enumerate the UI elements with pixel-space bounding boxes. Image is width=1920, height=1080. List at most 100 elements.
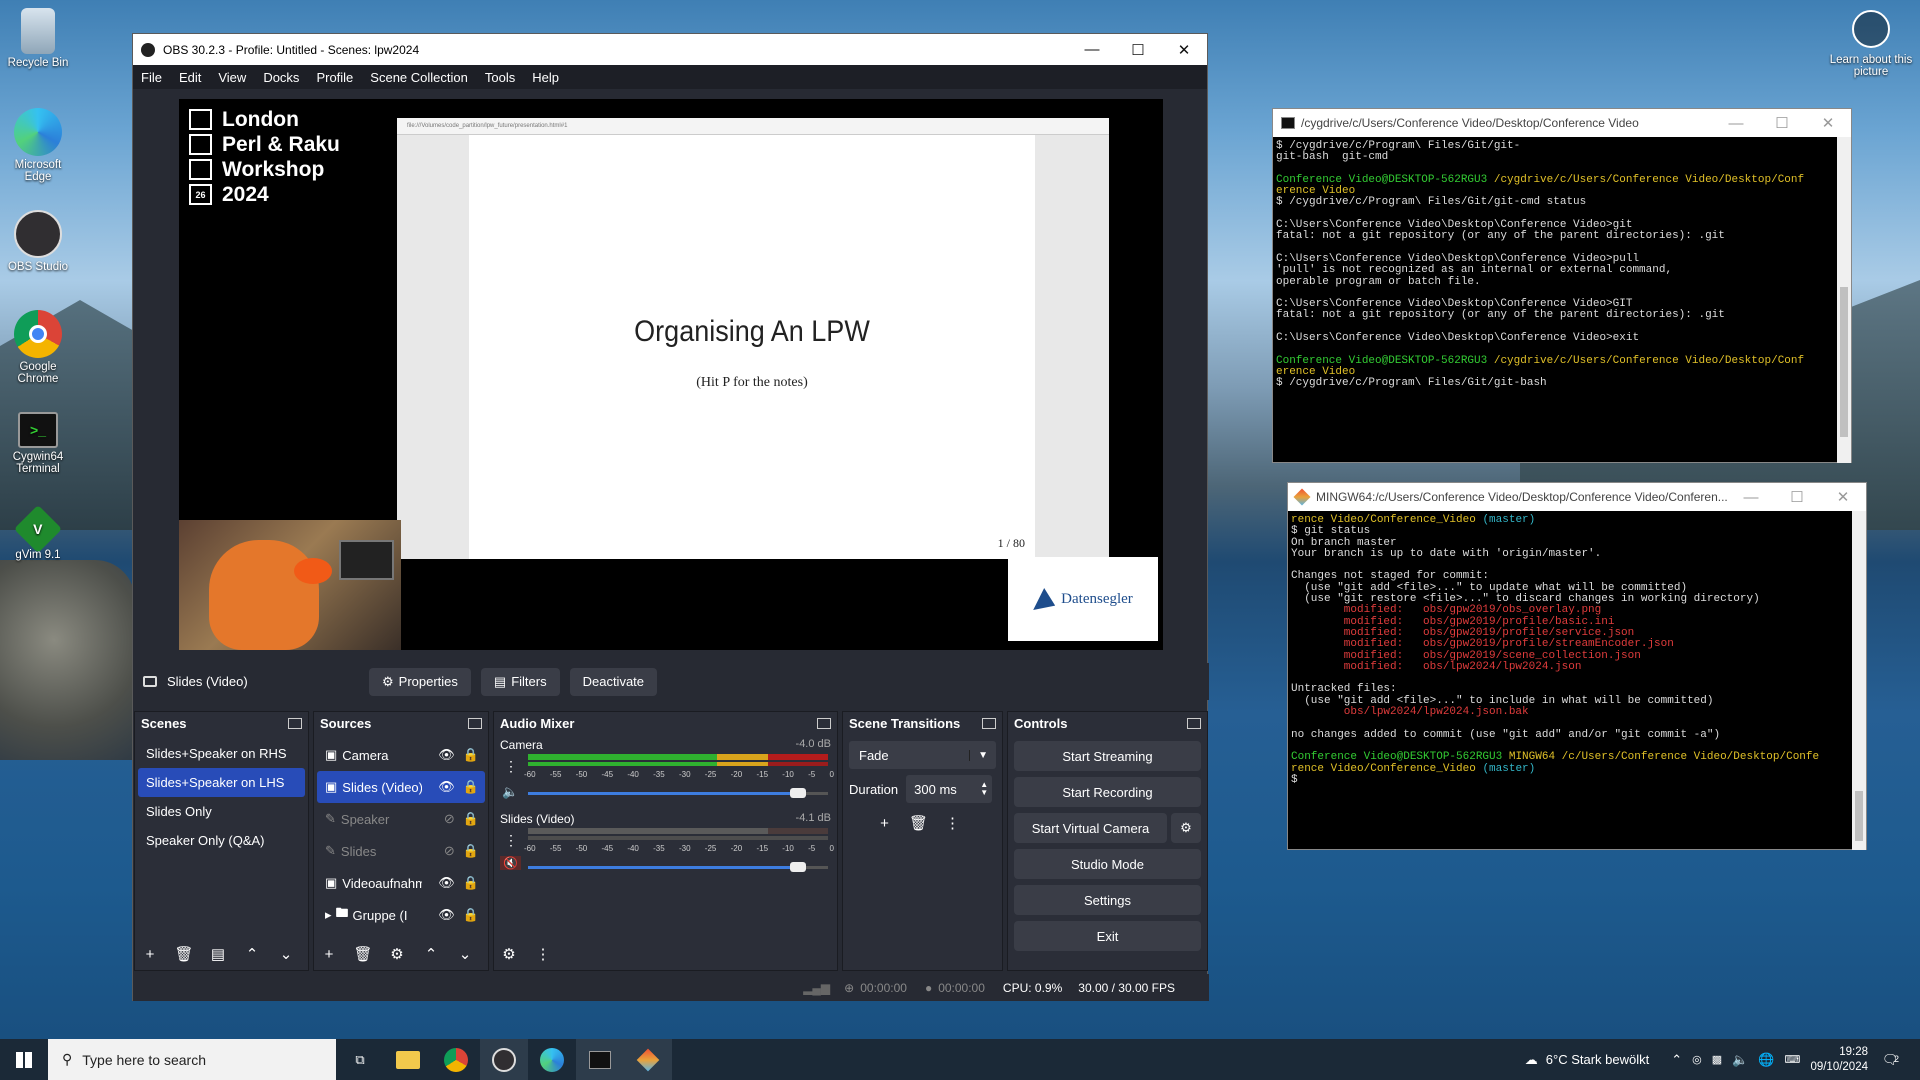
taskbar-cygwin[interactable] (576, 1039, 624, 1080)
properties-button[interactable]: ⚙ Properties (369, 667, 471, 696)
weather-text[interactable]: 6°C Stark bewölkt (1546, 1052, 1649, 1067)
deactivate-button[interactable]: Deactivate (569, 667, 658, 696)
speaker-muted-icon[interactable]: 🔇 (500, 856, 521, 870)
spin-arrows-icon[interactable]: ▲ ▼ (980, 781, 992, 797)
maximize-icon[interactable]: ☐ (1115, 34, 1161, 65)
search-box[interactable]: ⚲ Type here to search (48, 1039, 336, 1080)
minimize-icon[interactable]: — (1728, 483, 1774, 511)
menu-docks[interactable]: Docks (263, 70, 299, 85)
virtual-camera-settings-button[interactable]: ⚙ (1171, 813, 1201, 843)
desktop-icon-chrome[interactable]: Google Chrome (4, 310, 72, 385)
close-icon[interactable]: ✕ (1820, 483, 1866, 511)
minimize-icon[interactable]: — (1069, 34, 1115, 65)
menu-view[interactable]: View (218, 70, 246, 85)
obs-title-bar[interactable]: OBS 30.2.3 - Profile: Untitled - Scenes:… (133, 34, 1207, 65)
volume-knob[interactable] (790, 788, 806, 798)
undock-icon[interactable] (817, 718, 831, 729)
add-icon[interactable]: + (872, 811, 898, 835)
webcam-icon[interactable]: ◎ (1692, 1053, 1702, 1066)
source-item[interactable]: ✎ Speaker ⊘ 🔒 (317, 803, 485, 835)
lock-icon[interactable]: 🔒 (463, 843, 479, 859)
scrollbar[interactable] (1852, 511, 1866, 850)
lock-icon[interactable]: 🔒 (463, 907, 479, 923)
add-icon[interactable]: + (137, 942, 163, 966)
network-icon[interactable]: ▩ (1712, 1053, 1722, 1066)
speaker-icon[interactable]: 🔈 (502, 784, 518, 800)
cygwin-output[interactable]: $ /cygdrive/c/Program\ Files/Git/git-git… (1273, 137, 1833, 462)
eye-hidden-icon[interactable]: ⊘ (444, 843, 455, 859)
taskbar-obs[interactable] (480, 1039, 528, 1080)
source-group-item[interactable]: ▸ 🖿 Gruppe (I 👁 🔒 (317, 899, 485, 931)
minimize-icon[interactable]: — (1713, 109, 1759, 137)
move-down-icon[interactable]: ⌄ (273, 942, 299, 966)
task-view-button[interactable]: ⧉ (336, 1039, 384, 1080)
menu-tools[interactable]: Tools (485, 70, 515, 85)
source-item[interactable]: ✎ Slides ⊘ 🔒 (317, 835, 485, 867)
filters-button[interactable]: ▤ Filters (480, 667, 560, 696)
chevron-up-icon[interactable]: ⌃ (1671, 1052, 1682, 1068)
clock[interactable]: 19:28 09/10/2024 (1810, 1045, 1868, 1075)
source-item-selected[interactable]: ▣ Slides (Video) 👁 🔒 (317, 771, 485, 803)
learn-about-picture[interactable]: Learn about this picture (1826, 10, 1916, 78)
taskbar-chrome[interactable] (432, 1039, 480, 1080)
maximize-icon[interactable]: ☐ (1774, 483, 1820, 511)
scene-item[interactable]: Speaker Only (Q&A) (138, 826, 305, 855)
eye-icon[interactable]: 👁 (438, 779, 455, 795)
volume-knob[interactable] (790, 862, 806, 872)
taskbar-edge[interactable] (528, 1039, 576, 1080)
add-icon[interactable]: + (316, 942, 342, 966)
lock-icon[interactable]: 🔒 (463, 811, 479, 827)
taskbar-git-bash[interactable] (624, 1039, 672, 1080)
eye-icon[interactable]: 👁 (438, 875, 455, 891)
eye-icon[interactable]: 👁 (438, 747, 455, 763)
menu-edit[interactable]: Edit (179, 70, 201, 85)
mingw-output[interactable]: rence Video/Conference_Video (master) $ g… (1288, 511, 1850, 849)
volume-icon[interactable]: 🔈 (1732, 1052, 1748, 1068)
more-icon[interactable]: ⋮ (940, 811, 966, 835)
move-down-icon[interactable]: ⌄ (452, 942, 478, 966)
filters-icon[interactable]: ▤ (205, 942, 231, 966)
maximize-icon[interactable]: ☐ (1759, 109, 1805, 137)
gear-icon[interactable]: ⚙ (496, 942, 522, 966)
notification-button[interactable]: 🗨 2 (1882, 1052, 1912, 1068)
eye-hidden-icon[interactable]: ⊘ (444, 811, 455, 827)
scene-item[interactable]: Slides Only (138, 797, 305, 826)
language-icon[interactable]: 🌐 (1758, 1052, 1774, 1068)
more-icon[interactable]: ⋮ (530, 942, 556, 966)
desktop-icon-obs[interactable]: OBS Studio (4, 210, 72, 273)
eye-icon[interactable]: 👁 (438, 907, 455, 923)
mingw-terminal-window[interactable]: MINGW64:/c/Users/Conference Video/Deskto… (1287, 482, 1867, 850)
scrollbar-thumb[interactable] (1855, 791, 1863, 841)
undock-icon[interactable] (982, 718, 996, 729)
move-up-icon[interactable]: ⌃ (418, 942, 444, 966)
menu-profile[interactable]: Profile (316, 70, 353, 85)
preview-canvas[interactable]: London Perl & Raku Workshop 26 2024 file:… (179, 99, 1163, 650)
start-button[interactable] (0, 1039, 48, 1080)
source-item[interactable]: ▣ Videoaufnahme 👁 🔒 (317, 867, 485, 899)
close-icon[interactable]: ✕ (1805, 109, 1851, 137)
undock-icon[interactable] (468, 718, 482, 729)
chevron-right-icon[interactable]: ▸ (325, 907, 332, 923)
keyboard-icon[interactable]: ⌨ (1785, 1053, 1801, 1066)
gear-icon[interactable]: ⚙ (384, 942, 410, 966)
trash-icon[interactable]: 🗑 (171, 942, 197, 966)
cygwin-terminal-window[interactable]: /cygdrive/c/Users/Conference Video/Deskt… (1272, 108, 1852, 463)
close-icon[interactable]: ✕ (1161, 34, 1207, 65)
scrollbar-thumb[interactable] (1840, 287, 1848, 437)
trash-icon[interactable]: 🗑 (350, 942, 376, 966)
scene-item-selected[interactable]: Slides+Speaker on LHS (138, 768, 305, 797)
menu-help[interactable]: Help (532, 70, 559, 85)
desktop-icon-cygwin[interactable]: >_ Cygwin64 Terminal (4, 412, 72, 475)
undock-icon[interactable] (288, 718, 302, 729)
undock-icon[interactable] (1187, 718, 1201, 729)
scrollbar[interactable] (1837, 137, 1851, 463)
start-streaming-button[interactable]: Start Streaming (1014, 741, 1201, 771)
scene-item[interactable]: Slides+Speaker on RHS (138, 739, 305, 768)
menu-scene-collection[interactable]: Scene Collection (370, 70, 468, 85)
settings-button[interactable]: Settings (1014, 885, 1201, 915)
source-item[interactable]: ▣ Camera 👁 🔒 (317, 739, 485, 771)
menu-file[interactable]: File (141, 70, 162, 85)
lock-icon[interactable]: 🔒 (463, 875, 479, 891)
cygwin-title-bar[interactable]: /cygdrive/c/Users/Conference Video/Deskt… (1273, 109, 1851, 137)
mingw-title-bar[interactable]: MINGW64:/c/Users/Conference Video/Deskto… (1288, 483, 1866, 511)
